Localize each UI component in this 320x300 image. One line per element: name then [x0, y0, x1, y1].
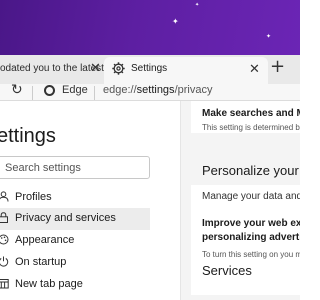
- star-icon: ✦: [195, 2, 200, 8]
- section-description: Manage your data and a: [202, 191, 300, 202]
- sidebar-item-label: Profiles: [15, 191, 52, 203]
- section-heading: Services: [202, 263, 252, 278]
- sidebar-item-label: Privacy and services: [15, 212, 116, 224]
- tab-settings[interactable]: Settings ✕: [104, 57, 268, 84]
- site-identity-label[interactable]: Edge: [62, 84, 88, 96]
- refresh-icon[interactable]: ↻: [11, 82, 23, 98]
- sidebar-item-privacy[interactable]: Privacy and services: [0, 208, 150, 230]
- sidebar-item-label: New tab page: [15, 278, 83, 290]
- setting-title: personalizing advertisi: [202, 232, 300, 243]
- lock-icon: [0, 212, 8, 223]
- star-icon: ✦: [172, 17, 179, 26]
- search-settings-box[interactable]: [0, 156, 150, 179]
- new-tab-button[interactable]: +: [270, 58, 285, 76]
- setting-description: This setting is determined b: [202, 123, 300, 132]
- star-icon: ✦: [266, 33, 272, 40]
- settings-sidebar: ettings Profiles Privacy and services Ap…: [0, 101, 181, 300]
- sidebar-item-label: On startup: [15, 256, 67, 268]
- tab-title: odated you to the latest: [0, 63, 104, 74]
- close-tab-icon[interactable]: ✕: [90, 62, 101, 75]
- url-path: /privacy: [174, 84, 213, 96]
- url-scheme: edge://: [103, 84, 137, 96]
- tab-strip: odated you to the latest ✕ Settings ✕ +: [0, 55, 300, 84]
- setting-description: To turn this setting on you m: [202, 250, 300, 259]
- tab-update[interactable]: odated you to the latest ✕: [0, 55, 104, 84]
- sidebar-item-profiles[interactable]: Profiles: [0, 187, 150, 209]
- url-field[interactable]: edge://settings/privacy: [103, 84, 212, 96]
- setting-title: Make searches and Mic: [202, 108, 300, 119]
- close-tab-icon[interactable]: ✕: [249, 63, 260, 76]
- sidebar-item-label: Appearance: [15, 234, 75, 246]
- sidebar-item-on-startup[interactable]: On startup: [0, 252, 150, 274]
- edge-logo-icon: [44, 85, 55, 96]
- new-tab-page-icon: [0, 279, 9, 289]
- person-icon: [0, 191, 9, 202]
- url-host: settings: [136, 84, 175, 96]
- sidebar-item-appearance[interactable]: Appearance: [0, 230, 150, 252]
- search-input[interactable]: [3, 161, 147, 175]
- appearance-icon: [0, 234, 9, 245]
- section-heading: Personalize your: [202, 163, 299, 178]
- divider: [32, 86, 33, 100]
- desktop-wallpaper: ✦ ✦ ✦: [0, 0, 300, 55]
- tab-title: Settings: [131, 63, 168, 74]
- address-bar: ↻ Edge edge://settings/privacy: [0, 82, 300, 101]
- sidebar-item-new-tab-page[interactable]: New tab page: [0, 274, 150, 296]
- setting-title: Improve your web expe: [202, 218, 300, 229]
- power-icon: [0, 256, 9, 267]
- settings-content: Make searches and Mic This setting is de…: [181, 101, 300, 300]
- divider: [94, 86, 95, 100]
- page-title: ettings: [0, 125, 56, 147]
- gear-icon: [112, 62, 125, 75]
